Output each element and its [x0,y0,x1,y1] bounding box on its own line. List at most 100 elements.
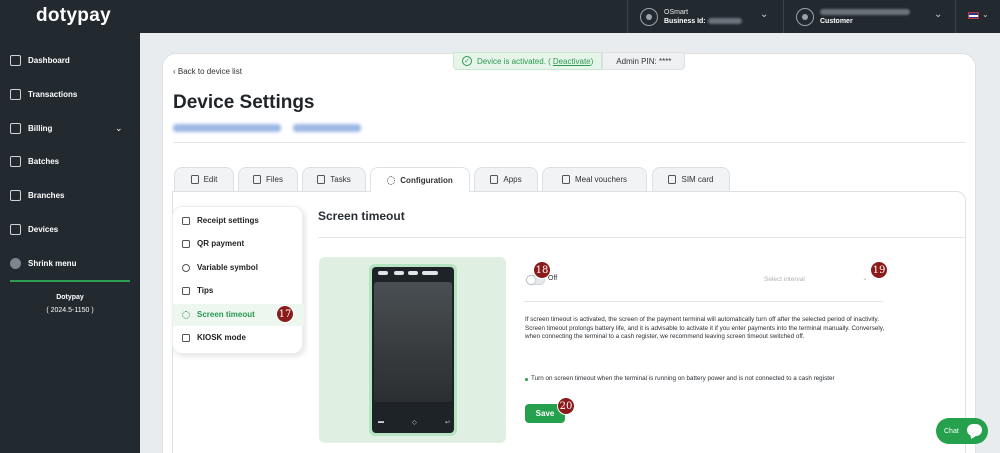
admin-pin: Admin PIN: **** [602,52,686,70]
check-circle-icon: ✓ [462,56,472,66]
divider [783,0,784,33]
sidebar-item-label: Branches [28,191,65,200]
gear-icon [387,175,396,185]
tasks-icon [317,175,326,184]
select-placeholder: Select interval [764,275,805,283]
menu-item-qr-payment[interactable]: QR payment [182,239,244,248]
chevron-down-icon: ⌄ [862,275,868,282]
menu-item-label: Tips [197,286,214,295]
qr-code-icon [182,239,190,248]
footer-version: ( 2024.5-1150 ) [46,307,94,314]
tab-label: Configuration [400,175,453,185]
tab-label: Tasks [330,175,351,184]
edit-icon [190,175,199,184]
grid-icon [10,55,21,66]
kiosk-icon [182,333,190,342]
shrink-icon [10,258,21,269]
tab-files[interactable]: Files [238,167,298,191]
sidebar-item-batches[interactable]: Batches [10,156,59,167]
step-badge-19: 19 [870,261,888,279]
voucher-icon [561,175,570,184]
tips-icon [182,286,190,295]
activation-status: ✓ Device is activated. (Deactivate) [453,52,603,70]
tab-configuration[interactable]: Configuration [370,167,470,192]
device-identifier [173,124,361,132]
tab-label: SIM card [681,175,714,184]
menu-item-label: Screen timeout [197,310,255,319]
menu-item-variable-symbol[interactable]: Variable symbol [182,263,258,272]
user-icon [796,8,814,26]
chevron-down-icon[interactable]: ⌄ [115,123,123,134]
sidebar-item-billing[interactable]: Billing [10,123,52,134]
menu-item-label: Variable symbol [197,263,258,272]
dotypay-logo[interactable]: dotypay [36,5,111,27]
recommendation-bullet: Turn on screen timeout when the terminal… [525,375,885,384]
menu-item-tips[interactable]: Tips [182,286,213,295]
menu-item-label: QR payment [197,239,245,248]
divider [955,0,956,33]
user-email [820,9,910,16]
business-id-value [707,18,742,25]
file-icon [253,175,262,184]
terminal-status-bar [378,271,450,277]
sidebar-divider [10,280,130,282]
divider [627,0,628,33]
sidebar-item-branches[interactable]: Branches [10,190,64,201]
tab-sim-card[interactable]: SIM card [652,167,730,191]
chevron-down-icon[interactable]: ⌄ [934,9,942,20]
terminal-screen [374,282,452,402]
branches-icon [10,190,21,201]
tab-meal-vouchers[interactable]: Meal vouchers [542,167,647,191]
chat-label: Chat [944,427,959,435]
menu-item-label: Receipt settings [197,216,259,225]
sidebar-item-label: Devices [28,225,59,234]
sidebar-item-label: Billing [28,124,53,133]
divider [524,301,883,302]
hash-icon [182,263,190,272]
sun-icon [182,310,190,319]
tab-label: Apps [503,175,522,184]
activation-text-close: ) [590,56,594,66]
sidebar-item-label: Shrink menu [28,259,77,268]
tab-edit[interactable]: Edit [174,167,234,191]
chat-bubble-icon [967,424,982,436]
business-account-switcher[interactable]: OSmart Business Id: [640,4,742,30]
sidebar-item-label: Dashboard [28,56,70,65]
menu-item-receipt-settings[interactable]: Receipt settings [182,216,259,225]
uk-flag-icon[interactable] [968,12,979,19]
sidebar-item-devices[interactable]: Devices [10,224,58,235]
list-icon [10,89,21,100]
back-to-device-list-link[interactable]: ‹ Back to device list [173,67,242,76]
tab-tasks[interactable]: Tasks [302,167,366,191]
step-badge-18: 18 [533,261,551,279]
screen-timeout-description: If screen timeout is activated, the scre… [525,316,885,341]
chevron-down-icon[interactable]: ⌄ [982,10,989,19]
sidebar-item-shrink-menu[interactable]: Shrink menu [10,258,76,269]
business-id-label: Business Id: [664,18,706,25]
divider [318,237,966,238]
toggle-label: Off [548,275,558,282]
building-icon [640,8,658,26]
chat-button[interactable]: Chat [936,418,988,444]
activation-status-bar: ✓ Device is activated. (Deactivate) Admi… [453,52,686,70]
user-role: Customer [820,18,853,25]
terminal-softkeys: ▬ ◇ ↩ [378,419,450,426]
sidebar-item-label: Batches [28,157,60,166]
sidebar-item-label: Transactions [28,90,78,99]
sidebar-item-dashboard[interactable]: Dashboard [10,55,70,66]
interval-select[interactable]: Select interval ⌄ [760,270,874,288]
account-name: OSmart [664,9,689,16]
user-account-switcher[interactable]: Customer [796,4,910,30]
menu-item-screen-timeout[interactable]: Screen timeout [182,310,255,319]
deactivate-link[interactable]: Deactivate [553,57,591,66]
receipt-icon [182,216,190,225]
tab-apps[interactable]: Apps [474,167,538,191]
footer-brand: Dotypay [56,294,84,301]
top-bar: dotypay OSmart Business Id: ⌄ Customer ⌄… [0,0,1000,33]
menu-item-kiosk-mode[interactable]: KIOSK mode [182,333,246,342]
sidebar-item-transactions[interactable]: Transactions [10,89,77,100]
billing-icon [10,123,21,134]
divider [173,142,966,143]
configuration-menu: Receipt settings QR payment Variable sym… [172,206,304,354]
chevron-down-icon[interactable]: ⌄ [760,9,768,20]
